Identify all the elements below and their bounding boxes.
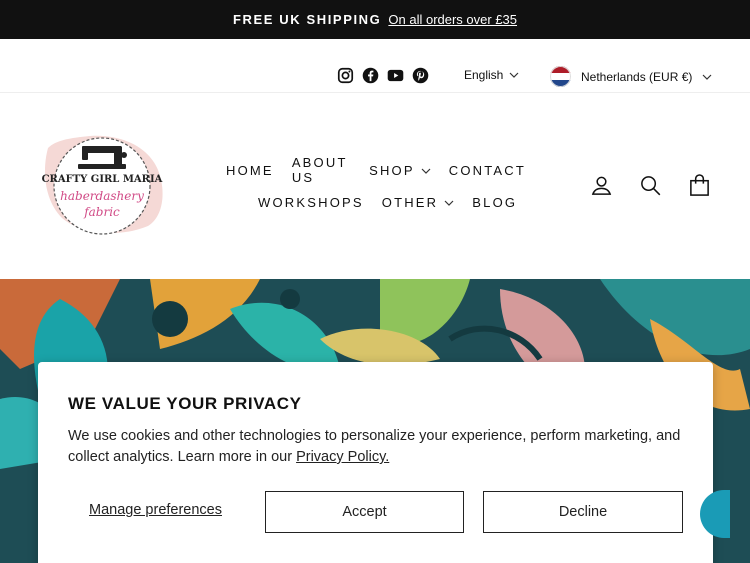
nav-label: ABOUT US (291, 155, 348, 185)
nav-label: BLOG (472, 194, 518, 210)
privacy-policy-link[interactable]: Privacy Policy. (296, 449, 389, 465)
announcement-text: FREE UK SHIPPING (232, 12, 382, 27)
search-icon[interactable] (639, 174, 662, 197)
country-label: Netherlands (EUR €) (581, 69, 693, 84)
country-selector[interactable]: Netherlands (EUR €) (550, 66, 712, 87)
nav-row-1: HOME ABOUT US SHOP CONTACT (226, 155, 526, 185)
language-selector[interactable]: English (464, 68, 519, 82)
nav-label: SHOP (369, 162, 415, 178)
nav-label: WORKSHOPS (258, 194, 364, 210)
nav-item-shop[interactable]: SHOP (369, 163, 431, 178)
cookie-consent-banner: WE VALUE YOUR PRIVACY We use cookies and… (38, 362, 713, 563)
nav-row-2: WORKSHOPS OTHER BLOG (258, 192, 526, 212)
accept-button[interactable]: Accept (265, 491, 464, 533)
youtube-icon[interactable] (387, 67, 404, 84)
nav-item-contact[interactable]: CONTACT (449, 163, 526, 178)
nav-item-about[interactable]: ABOUT US (292, 155, 351, 185)
nav-item-home[interactable]: HOME (226, 163, 274, 178)
chevron-down-icon (444, 195, 454, 210)
header-actions (590, 174, 711, 197)
netherlands-flag-icon (550, 66, 571, 87)
chevron-down-icon (509, 68, 519, 82)
logo-text-1: CRAFTY GIRL MARIA (42, 174, 163, 185)
instagram-icon[interactable] (337, 67, 354, 84)
nav-item-blog[interactable]: BLOG (472, 195, 517, 210)
language-label: English (464, 68, 504, 82)
nav-item-other[interactable]: OTHER (382, 195, 455, 210)
facebook-icon[interactable] (362, 67, 379, 84)
social-links (337, 67, 429, 84)
announcement-link[interactable]: On all orders over £35 (388, 12, 517, 27)
utility-bar: English Netherlands (EUR €) (0, 39, 750, 93)
cart-icon[interactable] (688, 174, 711, 197)
nav-item-workshops[interactable]: WORKSHOPS (258, 195, 364, 210)
announcement-bar: FREE UK SHIPPING On all orders over £35 (0, 0, 750, 39)
decline-button[interactable]: Decline (483, 491, 683, 533)
nav-label: CONTACT (448, 162, 526, 178)
account-icon[interactable] (590, 174, 613, 197)
logo-text-2: haberdashery (60, 189, 144, 203)
chevron-down-icon (702, 70, 712, 84)
cookie-description: We use cookies and other technologies to… (68, 426, 688, 468)
site-header: CRAFTY GIRL MARIA haberdashery fabric HO… (0, 94, 750, 279)
nav-label: HOME (226, 162, 274, 178)
site-logo[interactable]: CRAFTY GIRL MARIA haberdashery fabric (40, 130, 166, 242)
logo-text-3: fabric (83, 205, 120, 219)
manage-preferences-link[interactable]: Manage preferences (89, 502, 222, 518)
pinterest-icon[interactable] (412, 67, 429, 84)
cookie-title: WE VALUE YOUR PRIVACY (68, 394, 302, 413)
nav-label: OTHER (381, 194, 439, 210)
chevron-down-icon (421, 163, 431, 178)
main-navigation: HOME ABOUT US SHOP CONTACT WORKSHOPS OTH… (226, 155, 526, 212)
